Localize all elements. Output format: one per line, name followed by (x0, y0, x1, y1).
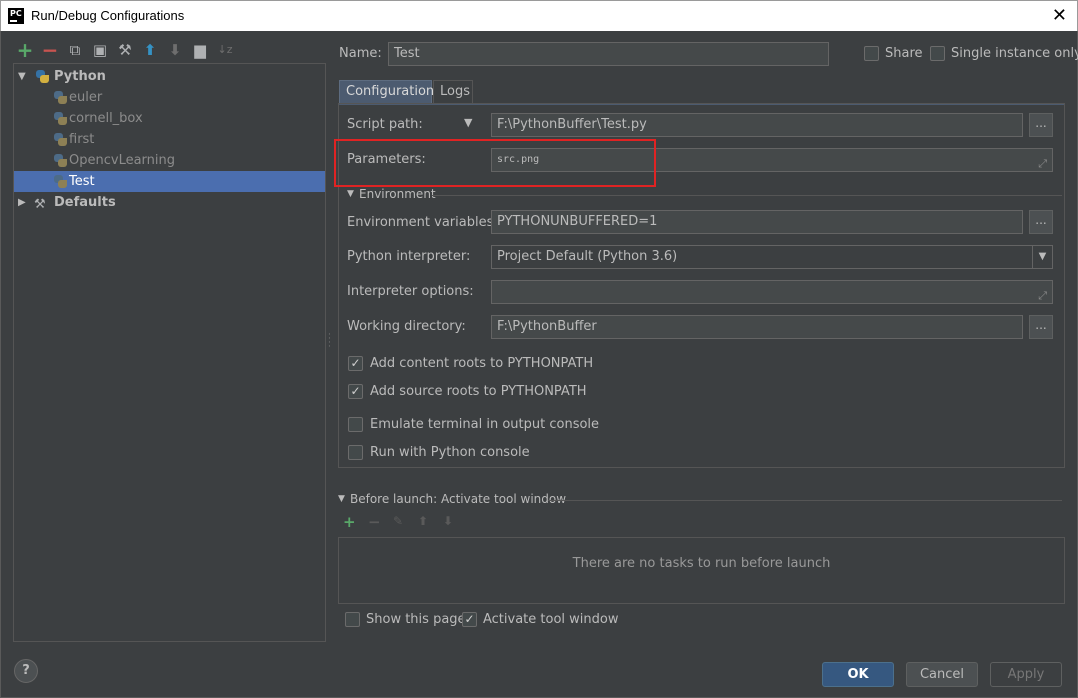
script-path-browse-button[interactable]: ... (1029, 113, 1053, 137)
source-roots-checkbox[interactable]: ✓ (348, 384, 363, 399)
empty-tasks-text: There are no tasks to run before launch (572, 556, 831, 571)
python-icon (54, 175, 67, 188)
tab-configuration[interactable]: Configuration (339, 80, 434, 104)
python-icon (54, 133, 67, 146)
sort-icon[interactable]: ↓z (216, 40, 234, 60)
copy-configuration-icon[interactable]: ⧉ (66, 40, 84, 60)
ok-button[interactable]: OK (822, 662, 894, 687)
python-icon (54, 91, 67, 104)
show-page-label: Show this page (366, 612, 466, 627)
activate-tool-window-label: Activate tool window (483, 612, 619, 627)
interpreter-value: Project Default (Python 3.6) (497, 249, 678, 264)
name-label: Name: (339, 46, 382, 61)
window-title: Run/Debug Configurations (31, 8, 185, 23)
show-page-checkbox[interactable] (345, 612, 360, 627)
python-icon (54, 112, 67, 125)
working-dir-browse-button[interactable]: ... (1029, 315, 1053, 339)
script-path-input[interactable]: F:\PythonBuffer\Test.py (491, 113, 1023, 137)
python-console-label: Run with Python console (370, 445, 530, 460)
remove-configuration-icon[interactable]: − (41, 40, 59, 60)
splitter-handle[interactable]: · · · · (328, 331, 331, 352)
environment-section-title: Environment (359, 187, 436, 201)
edit-task-icon[interactable]: ✎ (393, 514, 403, 528)
move-task-down-icon[interactable]: ⬇ (443, 514, 453, 528)
tree-item-label: cornell_box (69, 111, 143, 126)
tree-item-label: OpencvLearning (69, 153, 175, 168)
interpreter-select[interactable]: Project Default (Python 3.6) ▼ (491, 245, 1053, 269)
tree-item-label: euler (69, 90, 103, 105)
expand-icon[interactable]: ⤢ (1038, 285, 1047, 303)
tree-item-label: first (69, 132, 95, 147)
env-vars-input[interactable]: PYTHONUNBUFFERED=1 (491, 210, 1023, 234)
python-icon (54, 154, 67, 167)
before-launch-collapse-icon[interactable]: ▼ (338, 494, 345, 504)
name-input[interactable]: Test (388, 42, 829, 66)
interp-options-label: Interpreter options: (347, 284, 474, 299)
env-vars-browse-button[interactable]: ... (1029, 210, 1053, 234)
move-up-icon[interactable]: ⬆ (141, 40, 159, 60)
content-roots-label: Add content roots to PYTHONPATH (370, 356, 594, 371)
single-instance-label: Single instance only (951, 46, 1078, 61)
edit-defaults-icon[interactable]: ⚒ (116, 40, 134, 60)
remove-task-icon[interactable]: − (368, 513, 381, 531)
expand-arrow-icon[interactable]: ▶ (18, 192, 26, 213)
script-path-label: Script path: (347, 117, 423, 132)
tree-label-defaults: Defaults (54, 195, 116, 210)
source-roots-label: Add source roots to PYTHONPATH (370, 384, 587, 399)
collapse-arrow-icon[interactable]: ▼ (18, 66, 26, 87)
tree-item-opencvlearning[interactable]: OpencvLearning (14, 150, 325, 171)
before-launch-divider (548, 500, 1062, 501)
environment-collapse-icon[interactable]: ▼ (347, 189, 354, 199)
single-instance-checkbox[interactable] (930, 46, 945, 61)
tree-label-python: Python (54, 69, 106, 84)
emulate-terminal-checkbox[interactable] (348, 417, 363, 432)
parameters-value: src.png (497, 154, 540, 165)
tab-logs[interactable]: Logs (433, 80, 473, 104)
tree-item-first[interactable]: first (14, 129, 325, 150)
working-dir-label: Working directory: (347, 319, 466, 334)
move-down-icon[interactable]: ⬇ (166, 40, 184, 60)
tree-item-euler[interactable]: euler (14, 87, 325, 108)
before-launch-task-list[interactable]: There are no tasks to run before launch (338, 537, 1065, 604)
before-launch-title: Before launch: Activate tool window (350, 492, 567, 506)
configuration-tree[interactable]: ▼ Python euler cornell_box first OpencvL… (13, 63, 326, 642)
expand-icon[interactable]: ⤢ (1038, 153, 1047, 171)
add-task-icon[interactable]: + (343, 513, 356, 531)
tree-item-cornell-box[interactable]: cornell_box (14, 108, 325, 129)
share-checkbox[interactable] (864, 46, 879, 61)
tree-node-python[interactable]: ▼ Python (14, 66, 325, 87)
tree-node-defaults[interactable]: ▶ ⚒ Defaults (14, 192, 325, 213)
pycharm-app-icon: PC (8, 8, 24, 24)
tree-item-label: Test (69, 174, 95, 189)
tree-item-test[interactable]: Test (14, 171, 325, 192)
parameters-label: Parameters: (347, 152, 426, 167)
working-dir-input[interactable]: F:\PythonBuffer (491, 315, 1023, 339)
python-console-checkbox[interactable] (348, 445, 363, 460)
interp-options-input[interactable]: ⤢ (491, 280, 1053, 304)
parameters-input[interactable]: src.png ⤢ (491, 148, 1053, 172)
share-label: Share (885, 46, 923, 61)
environment-divider (432, 195, 1062, 196)
help-icon[interactable]: ? (14, 659, 38, 683)
close-icon[interactable]: ✕ (1052, 5, 1067, 26)
script-path-dropdown-icon[interactable]: ▼ (464, 116, 472, 129)
activate-tool-window-checkbox[interactable]: ✓ (462, 612, 477, 627)
interpreter-label: Python interpreter: (347, 249, 471, 264)
cancel-button[interactable]: Cancel (906, 662, 978, 687)
add-configuration-icon[interactable]: + (16, 40, 34, 60)
save-configuration-icon[interactable]: ▣ (91, 40, 109, 60)
content-roots-checkbox[interactable]: ✓ (348, 356, 363, 371)
folder-icon[interactable]: ▆ (191, 40, 209, 60)
chevron-down-icon[interactable]: ▼ (1032, 246, 1052, 268)
title-bar: PC Run/Debug Configurations ✕ (0, 0, 1078, 31)
move-task-up-icon[interactable]: ⬆ (418, 514, 428, 528)
apply-button[interactable]: Apply (990, 662, 1062, 687)
python-icon (36, 70, 49, 83)
defaults-wrench-icon: ⚒ (34, 197, 46, 212)
env-vars-label: Environment variables: (347, 215, 498, 230)
emulate-terminal-label: Emulate terminal in output console (370, 417, 600, 432)
